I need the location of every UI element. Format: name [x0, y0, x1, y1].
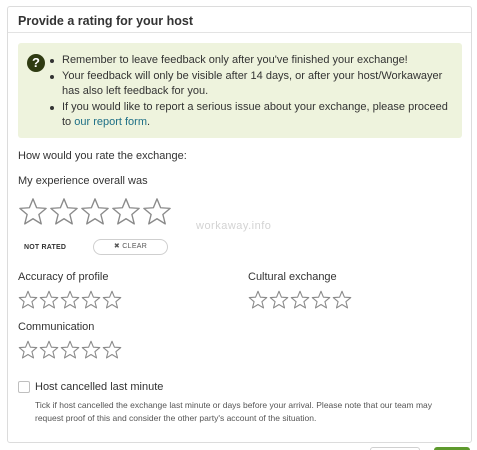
star-icon[interactable] — [290, 290, 310, 310]
rating-question: How would you rate the exchange: — [18, 150, 187, 162]
communication-label: Communication — [18, 321, 95, 333]
star-icon[interactable] — [18, 197, 48, 227]
host-cancelled-label: Host cancelled last minute — [35, 381, 164, 393]
star-icon[interactable] — [49, 197, 79, 227]
star-icon[interactable] — [248, 290, 268, 310]
star-icon[interactable] — [332, 290, 352, 310]
overall-label: My experience overall was — [18, 175, 148, 187]
star-icon[interactable] — [39, 340, 59, 360]
watermark: workaway.info — [196, 220, 272, 232]
clear-rating-button[interactable]: ✖ CLEAR — [93, 239, 168, 255]
cultural-star-rating[interactable] — [248, 290, 352, 310]
star-icon[interactable] — [60, 290, 80, 310]
question-circle-icon: ? — [27, 54, 45, 72]
star-icon[interactable] — [80, 197, 110, 227]
star-icon[interactable] — [311, 290, 331, 310]
star-icon[interactable] — [18, 340, 38, 360]
info-item: If you would like to report a serious is… — [48, 100, 448, 131]
star-icon[interactable] — [60, 340, 80, 360]
info-item-end: . — [146, 116, 151, 128]
star-icon[interactable] — [269, 290, 289, 310]
cultural-label: Cultural exchange — [248, 271, 337, 283]
rating-card: Provide a rating for your host ? Remembe… — [7, 6, 472, 443]
star-icon[interactable] — [39, 290, 59, 310]
info-box: ? Remember to leave feedback only after … — [18, 43, 462, 138]
star-icon[interactable] — [142, 197, 172, 227]
card-title: Provide a rating for your host — [8, 7, 471, 33]
accuracy-label: Accuracy of profile — [18, 271, 109, 283]
communication-star-rating[interactable] — [18, 340, 122, 360]
info-list: Remember to leave feedback only after yo… — [48, 53, 448, 131]
rating-status: NOT RATED — [24, 244, 67, 251]
info-item: Your feedback will only be visible after… — [48, 69, 448, 100]
star-icon[interactable] — [102, 290, 122, 310]
star-icon[interactable] — [81, 290, 101, 310]
accuracy-star-rating[interactable] — [18, 290, 122, 310]
star-icon[interactable] — [102, 340, 122, 360]
star-icon[interactable] — [111, 197, 141, 227]
host-cancelled-help: Tick if host cancelled the exchange last… — [35, 400, 433, 423]
star-icon[interactable] — [18, 290, 38, 310]
overall-star-rating[interactable] — [18, 197, 172, 227]
host-cancelled-checkbox[interactable] — [18, 381, 30, 393]
info-item: Remember to leave feedback only after yo… — [48, 53, 448, 69]
star-icon[interactable] — [81, 340, 101, 360]
report-form-link[interactable]: our report form — [74, 116, 147, 128]
